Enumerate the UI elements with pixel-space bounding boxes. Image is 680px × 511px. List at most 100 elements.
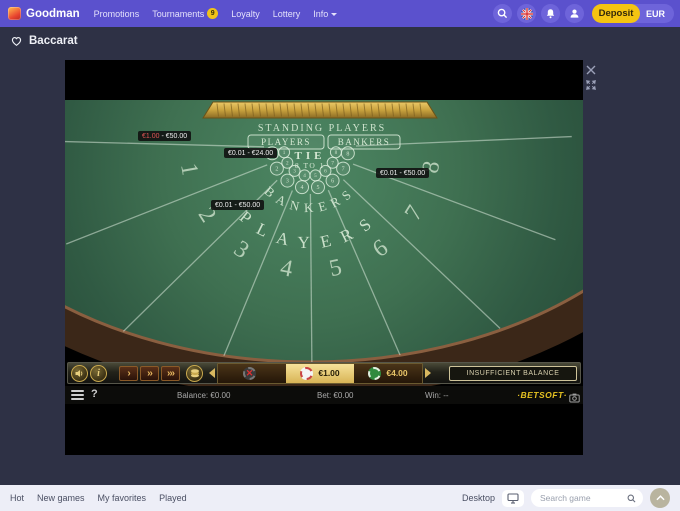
footer-link-played[interactable]: Played [159,493,187,503]
deposit-button[interactable]: Deposit [592,4,640,23]
chip-1-euro[interactable]: €1.00 [286,364,354,383]
uk-flag-icon [521,8,533,20]
language-button[interactable] [517,4,536,23]
monitor-icon [507,493,519,504]
device-label: Desktop [462,493,495,503]
info-icon: i [97,368,100,379]
tie-spot-number: 3 [293,169,296,175]
chevron-up-icon [656,495,665,501]
help-button[interactable]: ? [91,388,98,400]
page-heading: Baccarat [10,35,78,47]
white-chip-icon [300,367,313,380]
tie-spot-number: 5 [314,173,317,179]
insufficient-balance-button[interactable]: INSUFFICIENT BALANCE [449,366,577,381]
volume-icon [75,369,84,378]
chips-icon [190,369,200,378]
bankers-bet-box[interactable]: BANKERS [328,135,400,149]
info-button[interactable]: i [90,365,107,382]
chip-selector: ✕ €1.00 €4.00 [217,363,423,384]
baccarat-table: STANDING PLAYERS PLAYERS BANKERS TIE 8 T… [65,60,583,404]
account-balance-area: EUR Deposit [592,4,674,23]
brand-name: Goodman [26,8,80,20]
brand-logo-icon [8,7,21,20]
tie-spot-number: 6 [331,179,334,185]
footer-link-hot[interactable]: Hot [10,493,24,503]
bet-readout: Bet: €0.00 [317,391,354,400]
volume-button[interactable] [71,365,88,382]
main-menu: Promotions Tournaments 9 Loyalty Lottery… [94,8,338,19]
device-toggle-button[interactable] [502,490,524,507]
speed-1-button[interactable]: › [119,366,138,381]
search-button[interactable] [493,4,512,23]
fullscreen-icon [585,79,597,91]
game-search [531,489,643,507]
tie-spot-number: 6 [324,169,327,175]
tie-spot-number: 8 [335,150,338,156]
tie-spot-number: 3 [286,179,289,185]
green-chip-icon [368,367,381,380]
footer-actions: Desktop [462,488,670,508]
favorite-heart-icon[interactable] [10,35,23,47]
game-statusbar: ? Balance: €0.00 Bet: €0.00 Win: -- ·BET… [65,386,583,404]
tie-spot-number: 1 [283,150,286,156]
bankers-box-label[interactable]: BANKERS [338,137,391,147]
close-icon [586,65,596,75]
win-readout: Win: -- [425,391,449,400]
footer-link-my-favorites[interactable]: My favorites [98,493,147,503]
screen: Goodman Promotions Tournaments 9 Loyalty… [0,0,680,511]
tie-spot-number: 2 [275,167,278,173]
menu-item-tournaments[interactable]: Tournaments 9 [152,8,218,19]
search-icon [497,8,508,19]
tie-spot-number: 4 [303,173,306,179]
search-input[interactable] [538,492,627,504]
footer-links: Hot New games My favorites Played [10,493,187,503]
speed-2-button[interactable]: ›› [140,366,159,381]
chip-next-arrow[interactable] [425,368,431,378]
tie-spot-number: 2 [286,161,289,167]
speed-buttons: › ›› ››› [119,366,180,381]
user-icon [569,8,580,19]
navbar-actions [493,4,584,23]
speed-3-button[interactable]: ››› [161,366,180,381]
balance-readout: Balance: €0.00 [177,391,230,400]
scroll-to-top-button[interactable] [650,488,670,508]
account-button[interactable] [565,4,584,23]
chip-rack [203,102,437,118]
notifications-button[interactable] [541,4,560,23]
gray-chip-icon: ✕ [243,367,256,380]
menu-item-lottery[interactable]: Lottery [273,9,301,19]
top-navbar: Goodman Promotions Tournaments 9 Loyalty… [0,0,680,27]
search-icon [627,494,636,503]
bet-limit-tooltip: €0.01 - €50.00 [211,200,264,210]
chip-4-euro[interactable]: €4.00 [354,364,422,383]
disabled-x-icon: ✕ [246,369,254,378]
betsoft-logo: ·BETSOFT· [517,390,567,400]
menu-item-info[interactable]: Info [313,9,337,19]
tournaments-badge: 9 [207,8,218,19]
menu-icon[interactable] [71,390,84,402]
bet-limit-tooltip: €0.01 - €24.00 [224,148,277,158]
game-toolbar: i › ›› ››› ✕ [67,362,581,384]
chip-prev-arrow[interactable] [209,368,215,378]
chip-disabled[interactable]: ✕ [218,364,286,383]
footer-bar: Hot New games My favorites Played Deskto… [0,485,680,511]
tie-spot-number: 8 [346,151,349,157]
rebet-chips-button[interactable] [186,365,203,382]
page-title: Baccarat [29,35,78,47]
tie-spot-number: 4 [301,185,304,191]
bet-limit-tooltip: €0.01 - €50.00 [376,168,429,178]
menu-item-loyalty[interactable]: Loyalty [231,9,260,19]
footer-link-new-games[interactable]: New games [37,493,85,503]
chevron-down-icon [331,13,337,16]
screenshot-icon[interactable] [569,390,580,408]
tie-bet-area[interactable]: TIE 8 TO 1 [295,150,326,170]
tie-spot-number: 7 [342,167,345,173]
bell-icon [545,8,556,19]
menu-item-promotions[interactable]: Promotions [94,9,140,19]
standing-players-label: STANDING PLAYERS [258,123,386,134]
game-frame: STANDING PLAYERS PLAYERS BANKERS TIE 8 T… [65,60,583,455]
players-box-label[interactable]: PLAYERS [261,137,311,147]
brand-logo[interactable]: Goodman [8,7,80,20]
tie-spot-number: 5 [316,185,319,191]
fullscreen-button[interactable] [585,78,597,96]
